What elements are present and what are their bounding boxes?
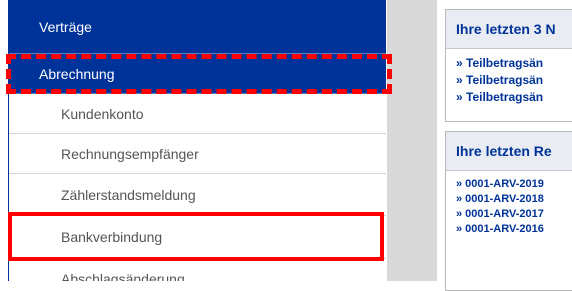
sidebar-item-label: Kundenkonto: [61, 105, 144, 122]
recent-invoices-box: Ihre letzten Re » 0001-ARV-2019 » 0001-A…: [445, 131, 572, 291]
link-list: » 0001-ARV-2019 » 0001-ARV-2018 » 0001-A…: [446, 171, 572, 237]
list-item-link[interactable]: » Teilbetragsän: [456, 55, 572, 72]
list-item-link[interactable]: » Teilbetragsän: [456, 72, 572, 89]
main-content: Ihre letzten 3 N » Teilbetragsän » Teilb…: [445, 0, 572, 291]
sidebar-item-vertraege[interactable]: Verträge: [9, 0, 386, 54]
link-list: » Teilbetragsän » Teilbetragsän » Teilbe…: [446, 49, 572, 106]
list-item-link[interactable]: » 0001-ARV-2016: [456, 222, 572, 237]
list-item-link[interactable]: » Teilbetragsän: [456, 89, 572, 106]
list-item-link[interactable]: » 0001-ARV-2018: [456, 192, 572, 207]
recent-items-box: Ihre letzten 3 N » Teilbetragsän » Teilb…: [445, 9, 572, 122]
sidebar-nav: Verträge Abrechnung Kundenkonto Rechnung…: [8, 0, 386, 281]
sidebar-item-label: Zählerstandsmeldung: [61, 186, 196, 203]
sidebar-item-kundenkonto[interactable]: Kundenkonto: [9, 94, 386, 134]
sidebar-item-rechnungsempfaenger[interactable]: Rechnungsempfänger: [9, 134, 386, 174]
sidebar-item-label: Abrechnung: [39, 65, 115, 82]
box-title: Ihre letzten Re: [446, 132, 572, 171]
sidebar-item-label: Bankverbindung: [61, 229, 163, 245]
list-item-link[interactable]: » 0001-ARV-2017: [456, 207, 572, 222]
sidebar-item-label: Verträge: [39, 18, 92, 35]
sidebar-item-zaehlerstandsmeldung[interactable]: Zählerstandsmeldung: [9, 174, 386, 216]
list-item-link[interactable]: » 0001-ARV-2019: [456, 177, 572, 192]
sidebar-item-label: Rechnungsempfänger: [61, 145, 199, 162]
sidebar-item-label: Abschlagsänderung: [61, 271, 185, 281]
sidebar-item-bankverbindung[interactable]: Bankverbindung: [9, 216, 386, 259]
sidebar-item-abrechnung[interactable]: Abrechnung: [9, 54, 386, 94]
column-gutter: [387, 0, 437, 281]
sidebar-item-abschlagsaenderung[interactable]: Abschlagsänderung: [9, 259, 386, 281]
box-title: Ihre letzten 3 N: [446, 10, 572, 49]
